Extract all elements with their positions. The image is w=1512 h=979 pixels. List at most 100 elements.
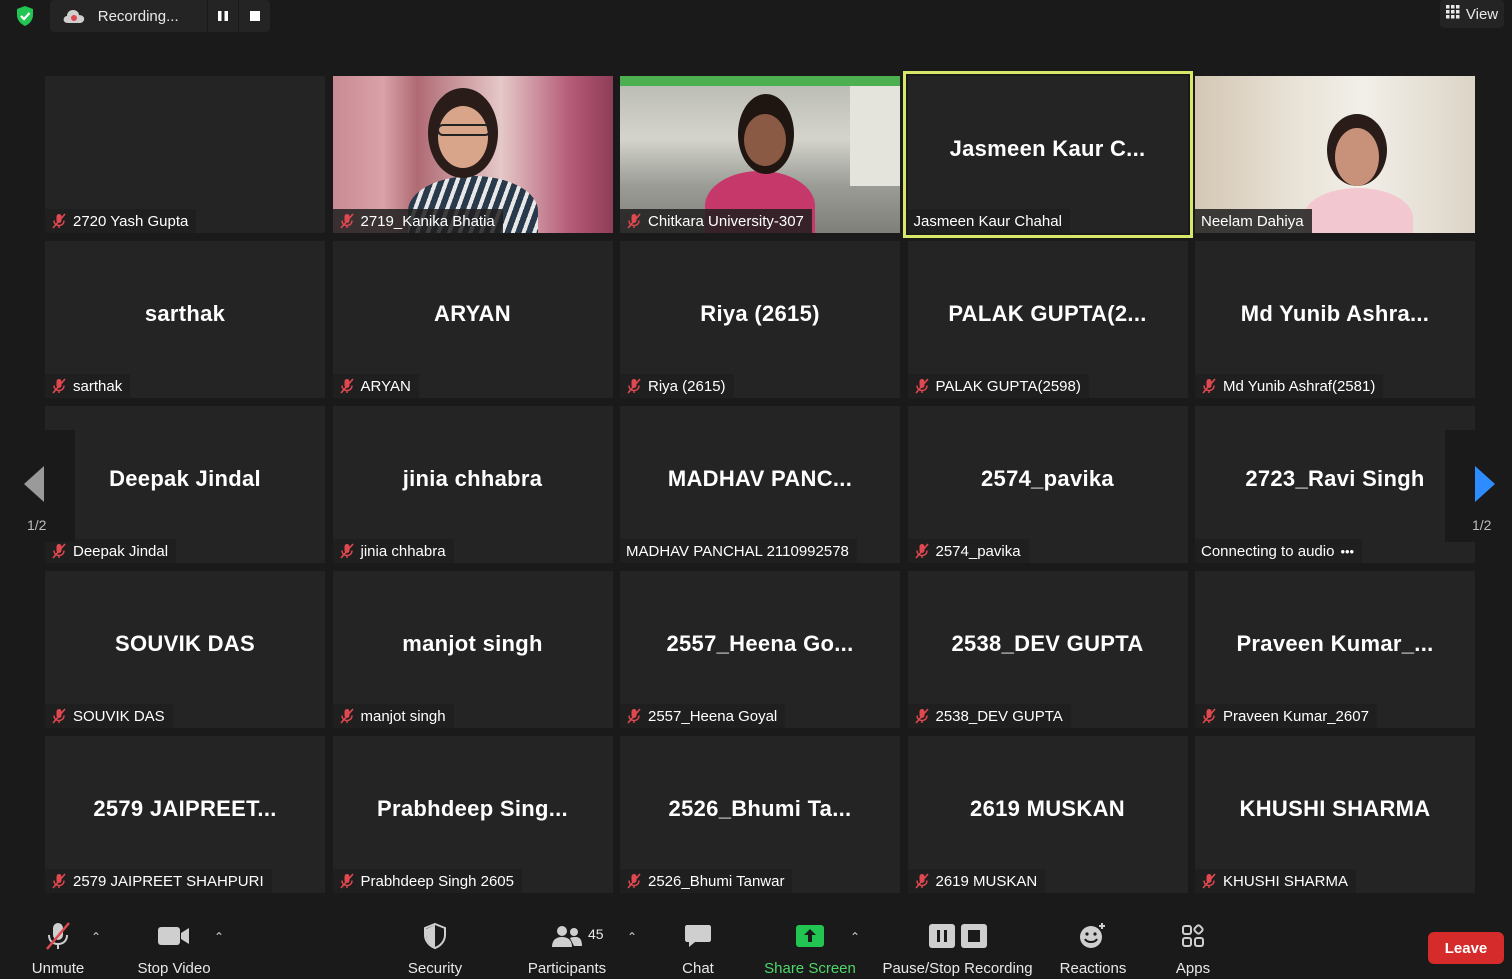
participant-name: Md Yunib Ashraf(2581) [1223, 377, 1376, 395]
participant-name-label: 2719_Kanika Bhatia [332, 209, 503, 233]
encryption-shield-icon[interactable] [10, 2, 40, 30]
participant-name: 2574_pavika [935, 542, 1021, 560]
participant-name: SOUVIK DAS [73, 707, 165, 725]
participant-display-name: 2619 MUSKAN [970, 796, 1125, 821]
muted-mic-icon [914, 873, 930, 889]
participant-name-label: PALAK GUPTA(2598) [907, 374, 1089, 398]
participant-name-label: Prabhdeep Singh 2605 [332, 869, 522, 893]
participant-tile[interactable]: 2574_pavika 2574_pavika [907, 406, 1188, 563]
stop-recording-button[interactable] [238, 0, 270, 32]
participant-tile[interactable]: SOUVIK DAS SOUVIK DAS [45, 571, 325, 728]
participant-tile[interactable]: 2720 Yash Gupta [45, 76, 325, 233]
participant-name-label: 2579 JAIPREET SHAHPURI [45, 869, 272, 893]
participant-tile[interactable]: 2538_DEV GUPTA 2538_DEV GUPTA [907, 571, 1188, 728]
recording-indicator: Recording... [50, 0, 270, 32]
muted-mic-icon [51, 378, 67, 394]
audio-options-caret-icon[interactable]: ⌃ [91, 930, 101, 944]
view-label: View [1465, 5, 1499, 23]
participant-display-name: SOUVIK DAS [115, 631, 255, 656]
chevron-right-icon [1475, 466, 1495, 502]
pause-stop-recording-button[interactable]: Pause/Stop Recording [880, 910, 1035, 979]
participant-tile[interactable]: 2526_Bhumi Ta... 2526_Bhumi Tanwar [620, 736, 900, 893]
reactions-label: Reactions [1059, 960, 1127, 977]
participant-display-name: 2526_Bhumi Ta... [668, 796, 852, 821]
participant-display-name: Praveen Kumar_... [1236, 631, 1434, 656]
pause-stop-recording-icon [928, 916, 987, 956]
participant-tile[interactable]: 2619 MUSKAN 2619 MUSKAN [907, 736, 1188, 893]
recording-label: Recording... [97, 7, 179, 25]
participants-options-caret-icon[interactable]: ⌃ [627, 930, 637, 944]
participant-tile[interactable]: manjot singh manjot singh [332, 571, 613, 728]
apps-button[interactable]: Apps [1168, 910, 1218, 979]
meeting-toolbar: Unmute ⌃ Stop Video ⌃ Security Participa… [0, 910, 1512, 979]
leave-button[interactable]: Leave [1428, 932, 1504, 964]
previous-page-button[interactable]: 1/2 [0, 430, 75, 542]
chat-bubble-icon [684, 916, 712, 956]
participant-name: jinia chhabra [360, 542, 446, 560]
participant-tile[interactable]: Chitkara University-307 [620, 76, 900, 233]
participant-tile[interactable]: Prabhdeep Sing... Prabhdeep Singh 2605 [332, 736, 613, 893]
participant-tile[interactable]: ARYAN ARYAN [332, 241, 613, 398]
participants-button[interactable]: Participants [524, 910, 610, 979]
participant-display-name: PALAK GUPTA(2... [948, 301, 1147, 326]
muted-mic-icon [339, 873, 355, 889]
muted-mic-icon [51, 873, 67, 889]
participant-tile[interactable]: jinia chhabra jinia chhabra [332, 406, 613, 563]
grid-view-icon [1445, 5, 1460, 23]
participant-display-name: manjot singh [402, 631, 543, 656]
participant-name: Prabhdeep Singh 2605 [360, 872, 514, 890]
chevron-left-icon [24, 466, 44, 502]
participant-name-label: Md Yunib Ashraf(2581) [1195, 374, 1384, 398]
muted-mic-icon [51, 543, 67, 559]
participant-tile[interactable]: 2723_Ravi Singh Connecting to audio ••• [1195, 406, 1475, 563]
participant-name-label: Jasmeen Kaur Chahal [907, 209, 1070, 233]
participant-name-label: sarthak [45, 374, 131, 398]
stop-video-button[interactable]: Stop Video [134, 910, 214, 979]
reactions-button[interactable]: Reactions [1055, 910, 1131, 979]
participant-display-name: ARYAN [434, 301, 511, 326]
participant-tile[interactable]: 2719_Kanika Bhatia [332, 76, 613, 233]
video-options-caret-icon[interactable]: ⌃ [214, 930, 224, 944]
stop-video-label: Stop Video [137, 960, 211, 977]
participant-name: 2579 JAIPREET SHAHPURI [73, 872, 264, 890]
share-options-caret-icon[interactable]: ⌃ [850, 930, 860, 944]
participant-display-name: Md Yunib Ashra... [1240, 301, 1430, 326]
participant-tile[interactable]: PALAK GUPTA(2... PALAK GUPTA(2598) [907, 241, 1188, 398]
participant-tile[interactable]: Neelam Dahiya [1195, 76, 1475, 233]
participant-tile[interactable]: MADHAV PANC... MADHAV PANCHAL 2110992578 [620, 406, 900, 563]
participant-tile[interactable]: 2557_Heena Go... 2557_Heena Goyal [620, 571, 900, 728]
chat-button[interactable]: Chat [673, 910, 723, 979]
security-label: Security [407, 960, 463, 977]
participant-display-name: 2538_DEV GUPTA [951, 631, 1144, 656]
muted-mic-icon [42, 916, 74, 956]
participant-tile[interactable]: Jasmeen Kaur C... Jasmeen Kaur Chahal [902, 71, 1193, 238]
muted-mic-icon [339, 708, 355, 724]
pause-recording-button[interactable] [206, 0, 239, 32]
participant-display-name: sarthak [144, 301, 226, 326]
next-page-button[interactable]: 1/2 [1445, 430, 1512, 542]
muted-mic-icon [914, 543, 930, 559]
participant-tile[interactable]: Md Yunib Ashra... Md Yunib Ashraf(2581) [1195, 241, 1475, 398]
participant-tile[interactable]: sarthak sarthak [45, 241, 325, 398]
participant-tile[interactable]: KHUSHI SHARMA KHUSHI SHARMA [1195, 736, 1475, 893]
participant-tile[interactable]: Riya (2615) Riya (2615) [620, 241, 900, 398]
participant-name-label: Deepak Jindal [45, 539, 177, 563]
participant-display-name: KHUSHI SHARMA [1239, 796, 1431, 821]
participant-tile[interactable]: 2579 JAIPREET... 2579 JAIPREET SHAHPURI [45, 736, 325, 893]
muted-mic-icon [914, 708, 930, 724]
participants-icon [550, 916, 584, 956]
unmute-button[interactable]: Unmute [28, 910, 88, 979]
participant-tile[interactable]: Deepak Jindal Deepak Jindal [45, 406, 325, 563]
security-button[interactable]: Security [400, 910, 470, 979]
share-screen-button[interactable]: Share Screen [764, 910, 856, 979]
muted-mic-icon [339, 543, 355, 559]
participant-tile[interactable]: Praveen Kumar_... Praveen Kumar_2607 [1195, 571, 1475, 728]
participant-name-label: 2526_Bhumi Tanwar [620, 869, 793, 893]
pause-stop-recording-label: Pause/Stop Recording [882, 960, 1033, 977]
participant-name-label: ARYAN [332, 374, 419, 398]
participant-display-name: Riya (2615) [700, 301, 820, 326]
muted-mic-icon [1201, 378, 1217, 394]
view-button[interactable]: View [1440, 0, 1504, 28]
participant-display-name: Deepak Jindal [109, 466, 261, 491]
gallery-grid: 2720 Yash Gupta 2719_Kanika Bhatia Chitkar… [45, 71, 1475, 893]
